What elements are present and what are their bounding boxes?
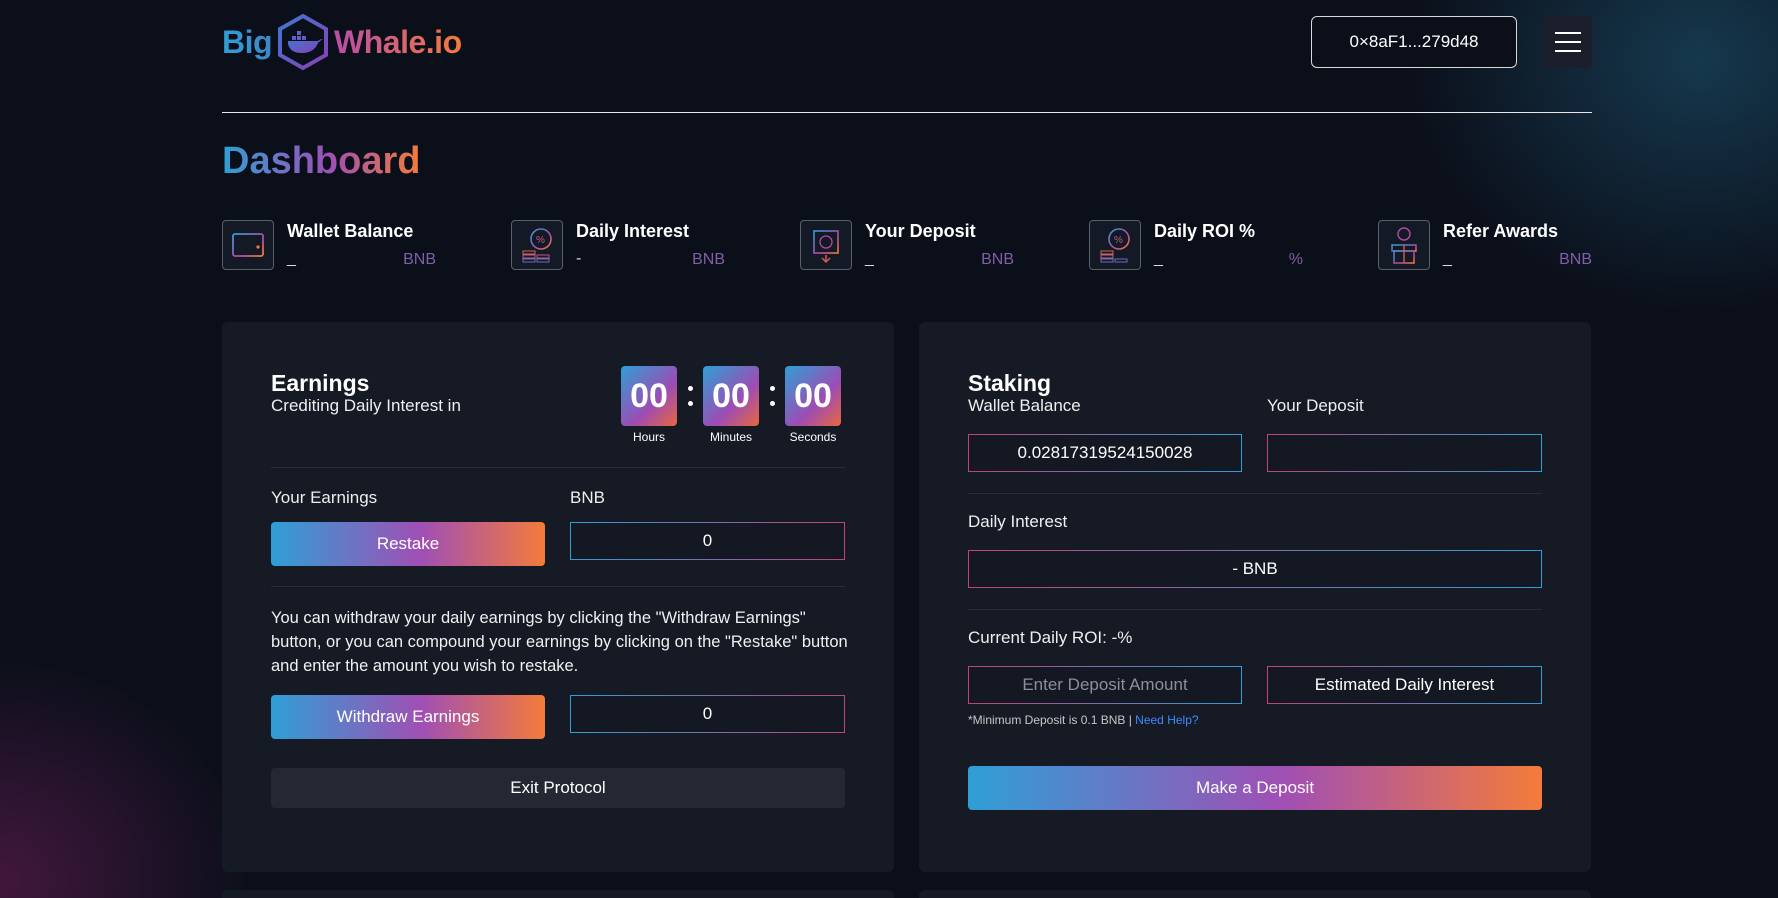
exit-protocol-button[interactable]: Exit Protocol	[271, 768, 845, 808]
timer-hours-label: Hours	[632, 430, 665, 444]
stat-value: _	[287, 250, 296, 267]
withdraw-earnings-button[interactable]: Withdraw Earnings	[271, 695, 545, 739]
timer-minutes: 00	[703, 366, 759, 426]
next-card-edge	[222, 890, 894, 898]
wallet-balance-field: 0.02817319524150028	[968, 434, 1242, 472]
stat-unit: BNB	[692, 251, 725, 268]
divider	[271, 586, 845, 587]
need-help-link[interactable]: Need Help?	[1135, 713, 1198, 727]
your-earnings-label: Your Earnings	[271, 488, 378, 507]
wallet-balance-label: Wallet Balance	[968, 396, 1081, 415]
minimum-deposit-text: *Minimum Deposit is 0.1 BNB |	[968, 713, 1136, 727]
stat-daily-interest: % Daily Interest - BNB	[511, 220, 725, 276]
stat-daily-roi: % Daily ROI % _ %	[1089, 220, 1303, 276]
timer-seconds: 00	[785, 366, 841, 426]
header: Big Whale.io 0×8aF1...279d48	[222, 0, 1592, 113]
timer-hours: 00	[621, 366, 677, 426]
svg-text:%: %	[536, 235, 545, 246]
stat-value: _	[1154, 250, 1163, 267]
current-roi-label: Current Daily ROI: -%	[968, 628, 1133, 647]
staking-card: Staking Wallet Balance Your Deposit 0.02…	[919, 322, 1591, 872]
coins-percent-icon: %	[511, 220, 563, 270]
stat-value: _	[865, 250, 874, 267]
stat-unit: BNB	[981, 251, 1014, 268]
stat-your-deposit: Your Deposit _ BNB	[800, 220, 1014, 276]
estimated-daily-interest-field: Estimated Daily Interest	[1267, 666, 1542, 704]
earnings-card: Earnings Crediting Daily Interest in 00 …	[222, 322, 894, 872]
make-deposit-button[interactable]: Make a Deposit	[968, 766, 1542, 810]
your-deposit-label: Your Deposit	[1267, 396, 1364, 415]
earnings-subtitle: Crediting Daily Interest in	[271, 396, 461, 415]
logo-text-big: Big	[222, 23, 273, 60]
next-card-edge	[919, 890, 1591, 898]
countdown-timer: 00 Hours 00 Minutes 00 Seconds	[621, 366, 841, 444]
stat-label: Your Deposit	[865, 221, 976, 241]
hamburger-menu-icon[interactable]	[1543, 16, 1592, 68]
your-deposit-field	[1267, 434, 1542, 472]
timer-minutes-label: Minutes	[709, 430, 753, 444]
stat-label: Wallet Balance	[287, 221, 414, 241]
restake-amount-input[interactable]: 0	[570, 522, 845, 560]
withdraw-info-text: You can withdraw your daily earnings by …	[271, 609, 848, 675]
stat-label: Daily ROI %	[1154, 221, 1256, 241]
wallet-address-button[interactable]: 0×8aF1...279d48	[1311, 16, 1517, 68]
bnb-label: BNB	[570, 488, 605, 507]
whale-hexagon-icon	[278, 13, 329, 71]
wallet-icon	[222, 220, 274, 270]
stat-refer-awards: Refer Awards _ BNB	[1378, 220, 1592, 276]
divider	[968, 493, 1542, 494]
minimum-deposit-note: *Minimum Deposit is 0.1 BNB | Need Help?	[968, 713, 1199, 727]
stat-label: Refer Awards	[1443, 221, 1559, 241]
stat-unit: BNB	[403, 251, 436, 268]
earnings-title: Earnings	[271, 370, 370, 396]
logo-text-whale: Whale.io	[334, 23, 462, 60]
daily-interest-label: Daily Interest	[968, 512, 1068, 531]
logo[interactable]: Big Whale.io	[222, 13, 462, 71]
restake-button[interactable]: Restake	[271, 522, 545, 566]
stat-value: -	[576, 250, 582, 267]
stat-unit: BNB	[1559, 251, 1592, 268]
divider	[271, 467, 845, 468]
deposit-icon	[800, 220, 852, 270]
timer-seconds-label: Seconds	[789, 430, 837, 444]
roi-coins-icon: %	[1089, 220, 1141, 270]
withdraw-amount-input[interactable]: 0	[570, 695, 845, 733]
page-title: Dashboard	[222, 140, 421, 182]
stats-row: Wallet Balance _ BNB % Daily Interest - …	[222, 220, 1592, 276]
daily-interest-field: - BNB	[968, 550, 1542, 588]
stat-label: Daily Interest	[576, 221, 690, 241]
stat-wallet-balance: Wallet Balance _ BNB	[222, 220, 436, 276]
gift-icon	[1378, 220, 1430, 270]
divider	[968, 609, 1542, 610]
svg-text:%: %	[1114, 235, 1123, 246]
stat-value: _	[1443, 250, 1452, 267]
staking-title: Staking	[968, 370, 1052, 396]
deposit-amount-input[interactable]: Enter Deposit Amount	[968, 666, 1242, 704]
stat-unit: %	[1288, 251, 1303, 268]
